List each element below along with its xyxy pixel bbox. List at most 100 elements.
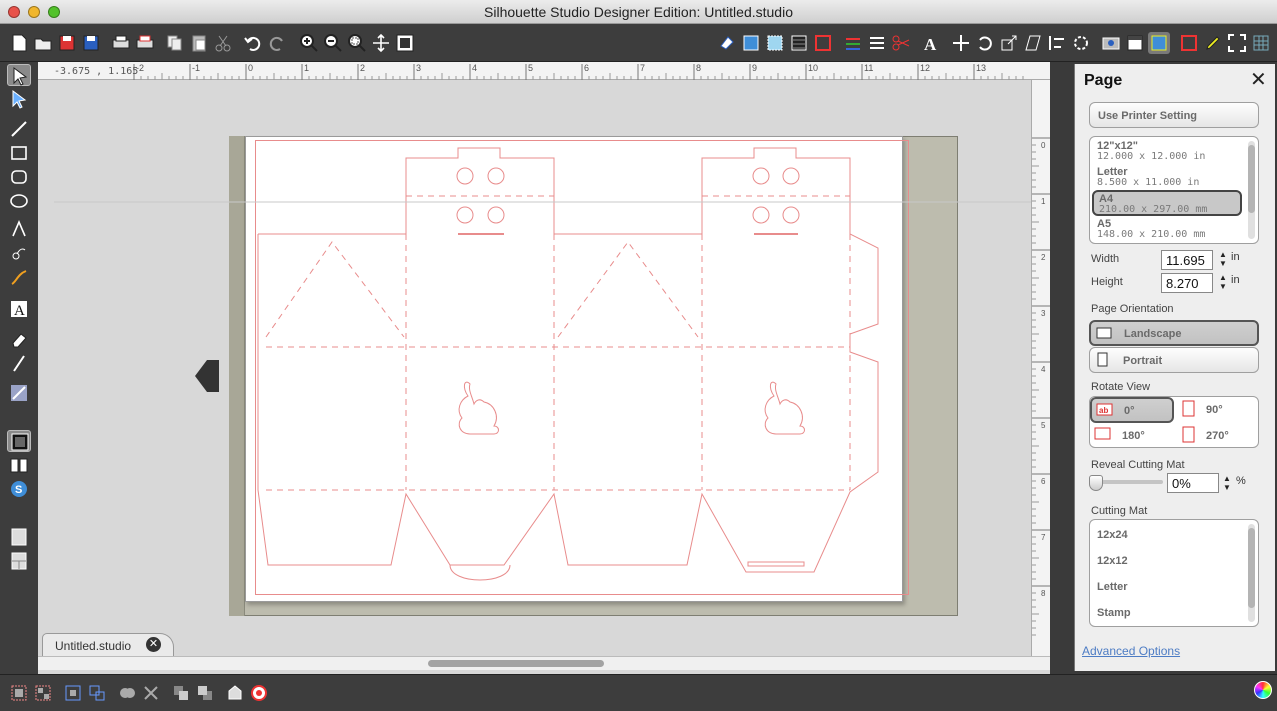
replicate-icon[interactable] (1070, 32, 1092, 54)
single-pane-view-icon[interactable] (7, 526, 31, 548)
arrow-left-icon[interactable] (193, 358, 221, 394)
library-icon[interactable] (1100, 32, 1122, 54)
height-stepper[interactable]: ▲ ▼ (1218, 273, 1228, 291)
open-folder-icon[interactable] (32, 32, 54, 54)
cut-style-icon[interactable] (890, 32, 912, 54)
make-compound-path-icon[interactable] (62, 682, 84, 704)
bring-to-front-icon[interactable] (170, 682, 192, 704)
knife-tool-icon[interactable] (7, 352, 31, 374)
offset-icon[interactable] (224, 682, 246, 704)
fill-texture-icon[interactable] (788, 32, 810, 54)
copy-icon[interactable] (164, 32, 186, 54)
cut-settings-icon[interactable] (1178, 32, 1200, 54)
line-color-icon[interactable] (812, 32, 834, 54)
rectangle-tool-icon[interactable] (7, 142, 31, 164)
reveal-percent-input[interactable] (1167, 473, 1219, 493)
library-view-icon[interactable] (7, 454, 31, 476)
line-width-icon[interactable] (866, 32, 888, 54)
page-size-list[interactable]: 12"x12" 12.000 x 12.000 in Letter 8.500 … (1089, 136, 1259, 244)
rotate-270-button[interactable]: 270° (1182, 426, 1252, 447)
reveal-slider-thumb[interactable] (1089, 475, 1103, 491)
curve-tool-icon[interactable] (7, 242, 31, 264)
horizontal-scroll-thumb[interactable] (428, 660, 604, 667)
align-icon[interactable] (1046, 32, 1068, 54)
mat-option-12x24[interactable]: 12x24 (1097, 529, 1128, 541)
panel-close-icon[interactable]: ✕ (1250, 70, 1267, 90)
mat-option-stamp[interactable]: Stamp (1097, 607, 1131, 619)
fill-pattern-icon[interactable] (740, 32, 762, 54)
gift-box-design[interactable] (38, 62, 1050, 674)
zoom-out-icon[interactable] (322, 32, 344, 54)
redo-icon[interactable] (266, 32, 288, 54)
save-to-library-icon[interactable] (80, 32, 102, 54)
polygon-tool-icon[interactable] (7, 218, 31, 240)
color-wheel-icon[interactable] (1254, 681, 1272, 699)
cutting-mat-scrollbar[interactable] (1248, 524, 1255, 622)
split-pane-view-icon[interactable] (7, 550, 31, 572)
registration-target-icon[interactable] (248, 682, 270, 704)
online-store-icon[interactable]: S (7, 478, 31, 500)
width-input[interactable] (1161, 250, 1213, 270)
tab-untitled-studio[interactable]: Untitled.studio ✕ (42, 633, 174, 656)
freehand-tool-icon[interactable] (7, 266, 31, 288)
page-size-a4[interactable]: A4 210.00 x 297.00 mm (1092, 190, 1242, 216)
cutting-mat-list[interactable]: 12x24 12x12 Letter Stamp (1089, 519, 1259, 627)
mat-option-12x12[interactable]: 12x12 (1097, 555, 1128, 567)
weld-icon[interactable] (116, 682, 138, 704)
print-icon[interactable] (110, 32, 132, 54)
trace-tool-icon[interactable] (7, 382, 31, 404)
fill-color-icon[interactable] (716, 32, 738, 54)
text-tool-icon[interactable]: A (7, 298, 31, 320)
use-printer-setting-button[interactable]: Use Printer Setting (1089, 102, 1259, 128)
page-size-12x12[interactable]: 12"x12" 12.000 x 12.000 in (1092, 139, 1242, 165)
ungroup-icon[interactable] (32, 682, 54, 704)
transform-icon[interactable] (950, 32, 972, 54)
page-setup-icon[interactable] (1124, 32, 1146, 54)
paste-icon[interactable] (188, 32, 210, 54)
ellipse-tool-icon[interactable] (7, 190, 31, 212)
tab-close-icon[interactable]: ✕ (146, 637, 161, 652)
portrait-button[interactable]: Portrait (1089, 347, 1259, 373)
page-size-scrollbar[interactable] (1248, 141, 1255, 239)
zoom-in-icon[interactable] (298, 32, 320, 54)
fill-gradient-icon[interactable] (764, 32, 786, 54)
rotate-180-button[interactable]: 180° (1094, 426, 1174, 447)
sketch-pen-icon[interactable] (1202, 32, 1224, 54)
cut-scissors-icon[interactable] (212, 32, 234, 54)
height-input[interactable] (1161, 273, 1213, 293)
select-tool-icon[interactable] (7, 64, 31, 86)
eraser-tool-icon[interactable] (7, 328, 31, 350)
delete-icon[interactable] (140, 682, 162, 704)
fit-to-page-icon[interactable] (394, 32, 416, 54)
shear-icon[interactable] (1022, 32, 1044, 54)
registration-marks-icon[interactable] (1148, 32, 1170, 54)
grid-icon[interactable] (1250, 32, 1272, 54)
horizontal-scrollbar[interactable] (38, 656, 1050, 670)
line-style-icon[interactable] (842, 32, 864, 54)
release-compound-path-icon[interactable] (86, 682, 108, 704)
zoom-selection-icon[interactable] (346, 32, 368, 54)
text-style-icon[interactable]: A (920, 32, 942, 54)
landscape-button[interactable]: Landscape (1089, 320, 1259, 346)
scale-icon[interactable] (998, 32, 1020, 54)
save-icon[interactable] (56, 32, 78, 54)
line-tool-icon[interactable] (7, 118, 31, 140)
advanced-options-link[interactable]: Advanced Options (1082, 644, 1180, 658)
width-stepper[interactable]: ▲ ▼ (1218, 250, 1228, 268)
undo-icon[interactable] (242, 32, 264, 54)
new-document-icon[interactable] (8, 32, 30, 54)
pan-icon[interactable] (370, 32, 392, 54)
canvas-workspace[interactable]: -2 -1 0 1 2 3 4 5 6 7 8 9 10 11 12 13 -3.675 , 1.165 01… (38, 62, 1050, 674)
rounded-rectangle-tool-icon[interactable] (7, 166, 31, 188)
print-and-cut-icon[interactable] (134, 32, 156, 54)
fullscreen-icon[interactable] (1226, 32, 1248, 54)
mat-option-letter[interactable]: Letter (1097, 581, 1128, 593)
rotate-icon[interactable] (974, 32, 996, 54)
edit-points-tool-icon[interactable] (7, 88, 31, 110)
rotate-90-button[interactable]: 90° (1182, 400, 1252, 422)
reveal-stepper[interactable]: ▲ ▼ (1222, 474, 1232, 492)
rotate-0-button[interactable]: ab 0° (1090, 397, 1174, 423)
page-size-a5[interactable]: A5 148.00 x 210.00 mm (1092, 217, 1242, 243)
send-to-back-icon[interactable] (194, 682, 216, 704)
page-size-letter[interactable]: Letter 8.500 x 11.000 in (1092, 165, 1242, 191)
